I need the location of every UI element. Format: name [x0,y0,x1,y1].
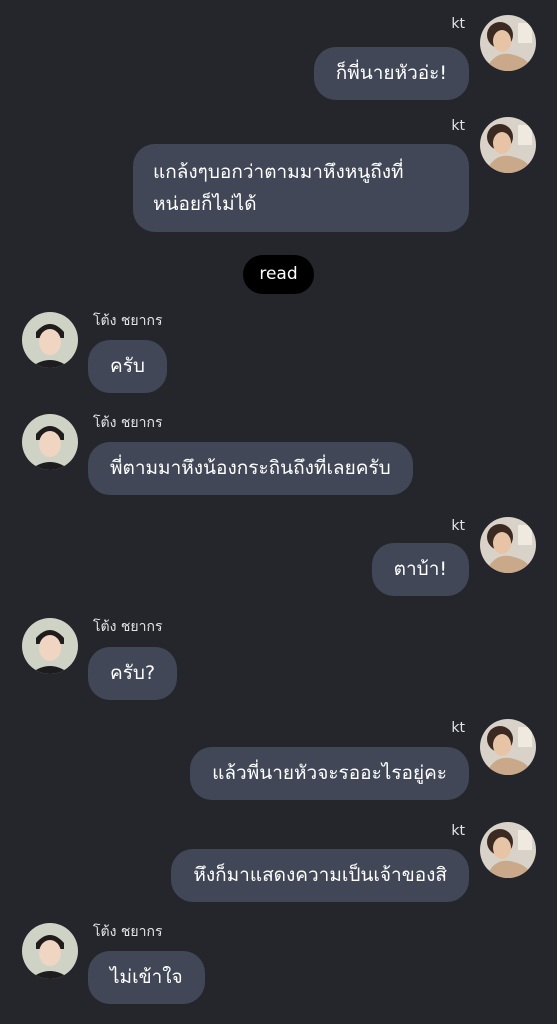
message-bubble[interactable]: ก็พี่นายหัวอ่ะ! [313,47,469,100]
tong-avatar-icon[interactable] [22,923,78,979]
sender-name: โต้ง ชยากร [93,619,163,635]
read-receipt-badge: read [243,255,314,294]
kt-avatar-icon[interactable] [480,117,536,173]
kt-avatar-icon[interactable] [480,719,536,775]
message-bubble[interactable]: พี่ตามมาหึงน้องกระถินถึงที่เลยครับ [88,442,413,495]
message-bubble[interactable]: แล้วพี่นายหัวจะรออะไรอยู่คะ [190,747,469,800]
sender-name: kt [451,823,465,839]
tong-avatar-icon[interactable] [22,414,78,470]
message-bubble[interactable]: ไม่เข้าใจ [88,951,205,1004]
kt-avatar-icon[interactable] [480,517,536,573]
message-bubble[interactable]: ครับ? [88,647,178,700]
sender-name: โต้ง ชยากร [93,924,163,940]
kt-avatar-icon[interactable] [480,822,536,878]
kt-avatar-icon[interactable] [480,15,536,71]
sender-name: kt [451,118,465,134]
sender-name: โต้ง ชยากร [93,313,163,329]
tong-avatar-icon[interactable] [22,618,78,674]
sender-name: kt [451,16,465,32]
sender-name: โต้ง ชยากร [93,415,163,431]
message-bubble[interactable]: ตาบ้า! [371,543,469,596]
sender-name: kt [451,720,465,736]
tong-avatar-icon[interactable] [22,312,78,368]
sender-name: kt [451,518,465,534]
message-bubble[interactable]: หึงก็มาแสดงความเป็นเจ้าของสิ [171,849,469,902]
message-bubble[interactable]: ครับ [88,340,167,393]
message-bubble[interactable]: แกล้งๆบอกว่าตามมาหึงหนูถึงที่หน่อยก็ไม่ไ… [133,144,469,232]
